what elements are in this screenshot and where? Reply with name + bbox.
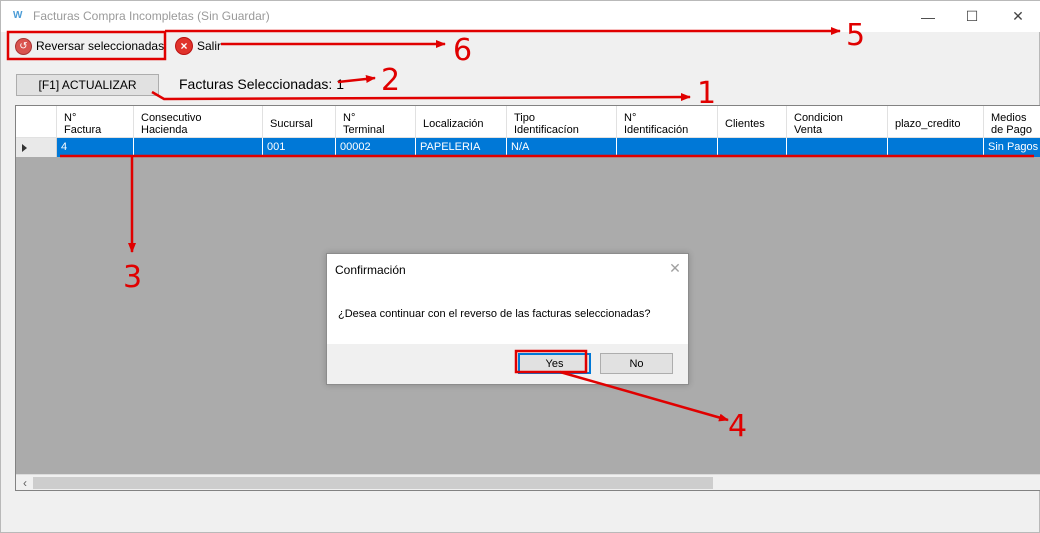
salir-label: Salir xyxy=(197,39,222,53)
cell-consecutivo[interactable] xyxy=(134,138,263,157)
cell-factura[interactable]: 4 xyxy=(57,138,134,157)
dialog-footer: Yes No xyxy=(327,344,688,384)
exit-icon: × xyxy=(175,37,193,55)
cell-medios-pago[interactable]: Sin Pagos xyxy=(984,138,1040,157)
horizontal-scrollbar[interactable]: ‹ xyxy=(16,474,1040,490)
col-header-medios-pago[interactable]: Medios de Pago xyxy=(984,106,1040,138)
col-header-identificacion[interactable]: N° Identificación xyxy=(617,106,718,138)
reversar-label: Reversar seleccionadas xyxy=(36,39,165,53)
dialog-close-icon[interactable]: ✕ xyxy=(667,260,683,276)
grid-header: N° Factura Consecutivo Hacienda Sucursal… xyxy=(16,106,1040,138)
scroll-left-icon[interactable]: ‹ xyxy=(18,476,32,490)
col-header-consecutivo[interactable]: Consecutivo Hacienda xyxy=(134,106,263,138)
toolbar: ↺ Reversar seleccionadas × Salir xyxy=(1,32,1040,62)
salir-button[interactable]: × Salir xyxy=(171,34,225,58)
col-header-sucursal[interactable]: Sucursal xyxy=(263,106,336,138)
cell-clientes[interactable] xyxy=(718,138,787,157)
cell-localizacion[interactable]: PAPELERIA xyxy=(416,138,507,157)
col-header-localizacion[interactable]: Localización xyxy=(416,106,507,138)
close-button[interactable]: ✕ xyxy=(995,1,1040,32)
dialog-message: ¿Desea continuar con el reverso de las f… xyxy=(338,308,651,320)
reverse-icon: ↺ xyxy=(15,37,32,55)
col-header-condicion-venta[interactable]: Condicion Venta xyxy=(787,106,888,138)
col-header-terminal[interactable]: N° Terminal xyxy=(336,106,416,138)
col-header-plazo-credito[interactable]: plazo_credito xyxy=(888,106,984,138)
row-header-corner xyxy=(16,106,57,138)
cell-condicion-venta[interactable] xyxy=(787,138,888,157)
col-header-tipo-identificacion[interactable]: Tipo Identificacíon xyxy=(507,106,617,138)
col-header-factura[interactable]: N° Factura xyxy=(57,106,134,138)
no-button[interactable]: No xyxy=(600,353,673,374)
facturas-seleccionadas-label: Facturas Seleccionadas: 1 xyxy=(179,76,344,92)
cell-tipo-identificacion[interactable]: N/A xyxy=(507,138,617,157)
actualizar-button[interactable]: [F1] ACTUALIZAR xyxy=(16,74,159,96)
cell-terminal[interactable]: 00002 xyxy=(336,138,416,157)
maximize-button[interactable]: ☐ xyxy=(949,1,995,32)
cell-plazo-credito[interactable] xyxy=(888,138,984,157)
title-bar: W Facturas Compra Incompletas (Sin Guard… xyxy=(1,1,1040,32)
dialog-title: Confirmación xyxy=(335,263,406,277)
table-row[interactable]: 4 001 00002 PAPELERIA N/A Sin Pagos xyxy=(16,138,1040,157)
confirmation-dialog: Confirmación ✕ ¿Desea continuar con el r… xyxy=(326,253,689,385)
minimize-button[interactable]: — xyxy=(905,1,951,32)
col-header-clientes[interactable]: Clientes xyxy=(718,106,787,138)
window-title: Facturas Compra Incompletas (Sin Guardar… xyxy=(33,9,270,23)
cell-sucursal[interactable]: 001 xyxy=(263,138,336,157)
yes-button[interactable]: Yes xyxy=(518,353,591,374)
main-window: W Facturas Compra Incompletas (Sin Guard… xyxy=(0,0,1040,533)
cell-identificacion[interactable] xyxy=(617,138,718,157)
reversar-seleccionadas-button[interactable]: ↺ Reversar seleccionadas xyxy=(11,34,168,58)
app-icon: W xyxy=(13,10,23,21)
scrollbar-thumb[interactable] xyxy=(33,477,713,489)
